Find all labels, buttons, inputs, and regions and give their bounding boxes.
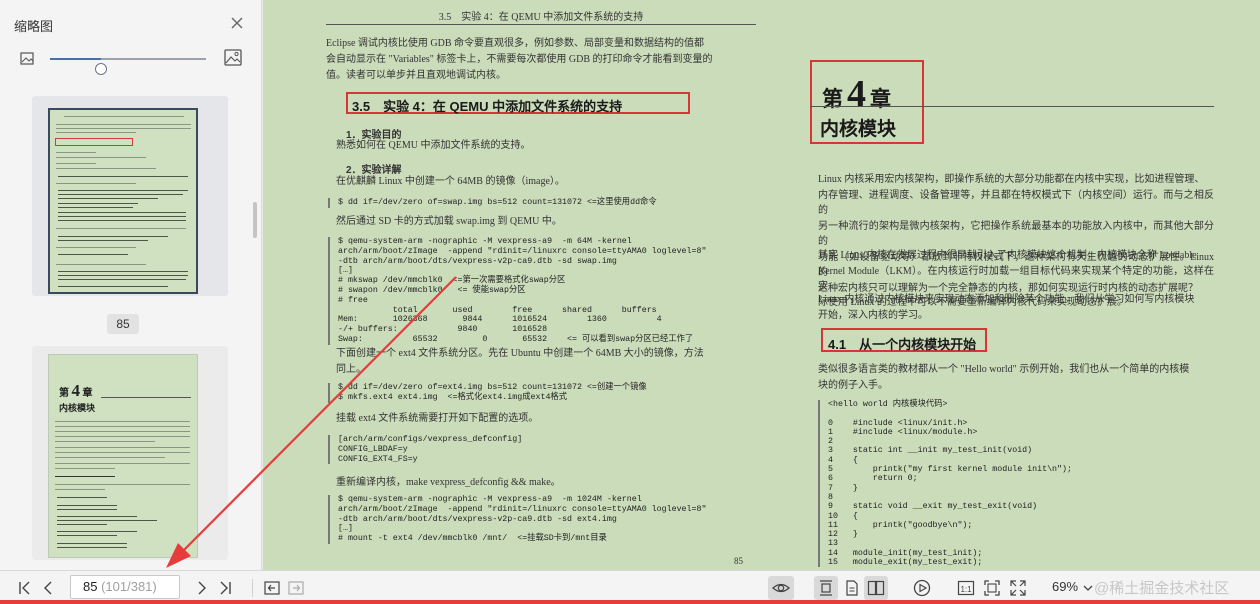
chapter-title: 内核模块 (820, 119, 897, 140)
play-icon[interactable] (912, 578, 932, 598)
chapter-number: 4 (847, 73, 866, 115)
section-heading: 4.1 从一个内核模块开始 (821, 328, 987, 352)
single-page-icon[interactable] (814, 576, 838, 600)
thumbnail-zoom-control (14, 48, 249, 75)
thumb-chapter-number: 4 (71, 381, 81, 400)
thumbnail-card[interactable] (32, 96, 228, 296)
page-86: 第 4 章 内核模块 Linux 内核采用宏内核架构，即操作系统的大部分功能都在… (798, 0, 1218, 570)
zoom-level[interactable]: 69% (1052, 579, 1078, 594)
header-rule (326, 24, 756, 25)
code-block: $ dd if=/dev/zero of=ext4.img bs=512 cou… (328, 383, 756, 403)
page-number-input[interactable]: 85 (101/381) (70, 575, 180, 599)
next-page-icon[interactable] (192, 578, 212, 598)
paragraph: 熟悉如何在 QEMU 中添加文件系统的支持。 (336, 140, 531, 151)
intro-paragraph: Eclipse 调试内核比使用 GDB 命令要直观很多，例如参数、局部变量和数据… (326, 38, 713, 81)
code-block: <hello world 内核模块代码> 0 #include <linux/i… (818, 400, 1216, 568)
forward-icon[interactable] (286, 578, 306, 598)
paragraph: 类似很多语言类的教材都从一个 "Hello world" 示例开始，我们也从一个… (818, 364, 1190, 391)
svg-text:1:1: 1:1 (960, 585, 972, 594)
paragraph: 下面创建一个 ext4 文件系统分区。先在 Ubuntu 中创建一个 64MB … (336, 348, 704, 375)
paragraph: 在优麒麟 Linux 中创建一个 64MB 的镜像（image）。 (336, 176, 565, 187)
chapter-heading-box: 第 4 章 内核模块 (810, 60, 924, 144)
actual-size-icon[interactable]: 1:1 (956, 578, 976, 598)
paragraph: 重新编译内核，make vexpress_defconfig && make。 (336, 477, 561, 488)
code-block: $ qemu-system-arm -nographic -M vexpress… (328, 237, 756, 345)
close-icon[interactable] (229, 15, 245, 31)
bottom-accent-bar (0, 600, 1260, 604)
thumb-chapter-word: 第 (59, 388, 69, 399)
last-page-icon[interactable] (216, 578, 236, 598)
code-block: [arch/arm/configs/vexpress_defconfig] CO… (328, 435, 756, 465)
eye-icon[interactable] (768, 576, 794, 600)
chapter-rule (810, 106, 1214, 107)
thumbnail-page-image (48, 108, 198, 294)
page-85: 3.5 实验 4：在 QEMU 中添加文件系统的支持 Eclipse 调试内核比… (326, 0, 756, 570)
paragraph: Linux 内核通过内核模块来实现动态添加和删除某个功能。我们从学习如何写内核模… (818, 294, 1195, 321)
two-page-icon[interactable] (864, 576, 888, 600)
document-view[interactable]: 3.5 实验 4：在 QEMU 中添加文件系统的支持 Eclipse 调试内核比… (263, 0, 1260, 570)
slider-thumb[interactable] (95, 63, 108, 75)
running-head: 3.5 实验 4：在 QEMU 中添加文件系统的支持 (438, 12, 644, 23)
thumbnail-page-image: 第 4 章 内核模块 (48, 354, 198, 558)
code-block: $ dd if=/dev/zero of=swap.img bs=512 cou… (328, 198, 756, 208)
thumbnail-page-label: 85 (107, 314, 139, 334)
thumbnail-list: 85 第 4 章 内核模块 (0, 88, 262, 570)
chapter-word: 第 (822, 87, 843, 111)
fullscreen-icon[interactable] (1008, 578, 1028, 598)
back-icon[interactable] (262, 578, 282, 598)
thumbnail-card[interactable]: 第 4 章 内核模块 (32, 346, 228, 560)
paragraph: 然后通过 SD 卡的方式加载 swap.img 到 QEMU 中。 (336, 216, 562, 227)
code-block: $ qemu-system-arm -nographic -M vexpress… (328, 495, 756, 544)
paragraph: 挂载 ext4 文件系统需要打开如下配置的选项。 (336, 413, 539, 424)
image-large-icon[interactable] (224, 49, 242, 66)
watermark: @稀土掘金技术社区 (1094, 580, 1230, 597)
thumb-chapter-suffix: 章 (82, 388, 93, 399)
section-heading: 3.5 实验 4：在 QEMU 中添加文件系统的支持 (346, 92, 690, 114)
zoom-dropdown-icon[interactable] (1078, 578, 1093, 598)
fit-page-icon[interactable] (982, 578, 1002, 598)
pdf-reader-window: 缩略图 85 第 4 章 内核模块 3.5 实验 4：在 QEMU 中添加文件系… (0, 0, 1260, 604)
toolbar-divider (252, 579, 253, 597)
chapter-suffix: 章 (870, 87, 891, 111)
sidebar-title: 缩略图 (14, 19, 54, 34)
thumb-chapter-title: 内核模块 (59, 403, 96, 413)
prev-page-icon[interactable] (38, 578, 58, 598)
page-number: 85 (734, 556, 743, 566)
page-detail: (101/381) (101, 579, 157, 594)
bottom-toolbar: 85 (101/381) 1:1 69% @稀土掘金技术社区 (0, 570, 1260, 604)
first-page-icon[interactable] (14, 578, 34, 598)
sidebar-scrollbar[interactable] (253, 202, 257, 238)
thumbnail-sidebar: 缩略图 85 第 4 章 内核模块 (0, 0, 262, 570)
page-icon[interactable] (842, 578, 862, 598)
thumbnail-zoom-slider[interactable] (50, 58, 206, 75)
current-page: 85 (83, 579, 98, 594)
image-small-icon[interactable] (20, 52, 34, 65)
slider-fill (50, 58, 102, 60)
